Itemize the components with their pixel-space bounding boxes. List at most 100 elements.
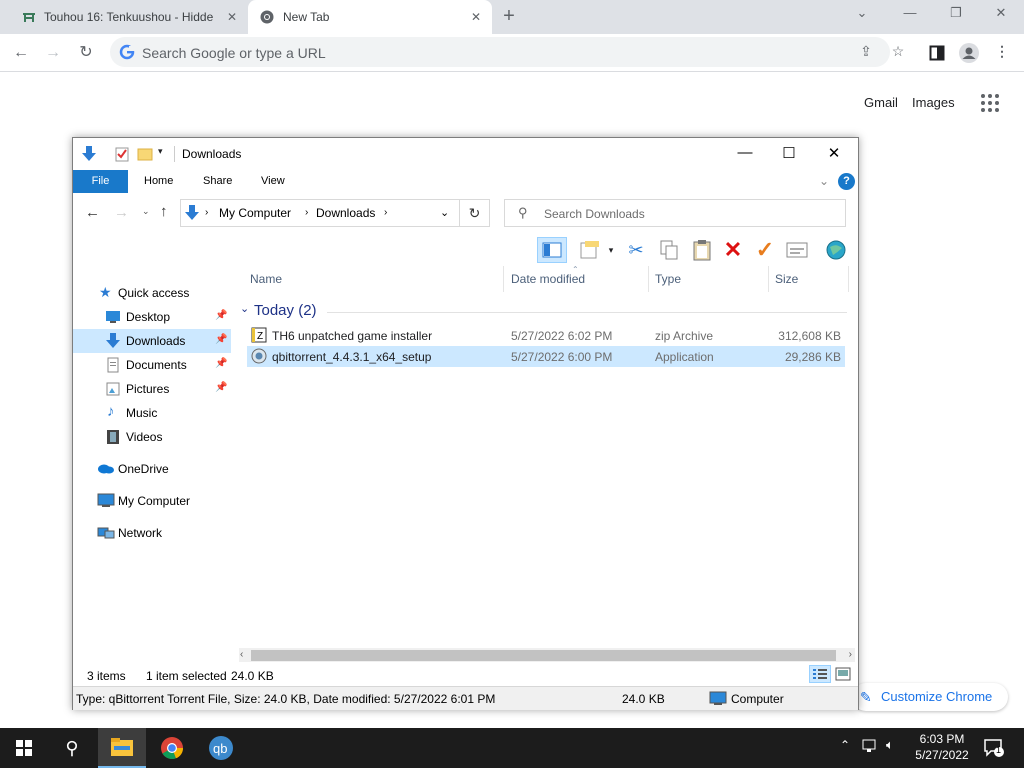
scroll-left-icon[interactable]: ‹	[240, 649, 243, 660]
pin-icon[interactable]: 📌	[215, 358, 227, 369]
nav-item-onedrive[interactable]: OneDrive	[73, 457, 231, 481]
nav-item-quick-access[interactable]: ★ Quick access	[73, 281, 231, 305]
group-collapse-chevron-icon[interactable]: ⌄	[240, 302, 249, 315]
reload-icon[interactable]: ↻	[75, 42, 97, 64]
delete-x-icon[interactable]: ✕	[720, 237, 746, 263]
help-icon[interactable]: ?	[838, 173, 855, 190]
explorer-minimize-icon[interactable]: —	[735, 144, 755, 164]
back-arrow-icon[interactable]: ←	[10, 42, 32, 64]
column-header-size[interactable]: Size	[775, 272, 798, 286]
column-header-date-modified[interactable]: Date modified	[511, 272, 585, 286]
properties-icon[interactable]	[784, 237, 810, 263]
scrollbar-thumb[interactable]	[251, 650, 836, 661]
customize-chrome-button[interactable]: ✎ Customize Chrome	[852, 683, 1008, 711]
recent-locations-chevron-icon[interactable]: ⌄	[142, 206, 150, 217]
search-icon[interactable]: ⚲	[48, 728, 96, 768]
share-icon[interactable]: ⇪	[856, 43, 876, 63]
address-bar[interactable]: › My Computer › Downloads › ⌄	[180, 199, 460, 227]
column-header-name[interactable]: Name	[250, 272, 282, 286]
tab-new-tab[interactable]: New Tab ✕	[248, 0, 492, 34]
system-clock[interactable]: 6:03 PM 5/27/2022	[906, 731, 978, 763]
pin-icon[interactable]: 📌	[215, 334, 227, 345]
copy-icon[interactable]	[656, 237, 682, 263]
scroll-right-icon[interactable]: ›	[849, 649, 852, 660]
horizontal-scrollbar[interactable]: ‹ ›	[239, 648, 855, 663]
paste-clipboard-icon[interactable]	[689, 237, 715, 263]
column-separator[interactable]	[768, 266, 769, 292]
nav-item-videos[interactable]: Videos	[73, 425, 231, 449]
pin-icon[interactable]: 📌	[215, 382, 227, 393]
explorer-maximize-icon[interactable]: ☐	[779, 144, 799, 164]
ribbon-tab-share[interactable]: Share	[203, 175, 232, 187]
file-row[interactable]: Z TH6 unpatched game installer 5/27/2022…	[247, 325, 845, 346]
tab-touhou[interactable]: Touhou 16: Tenkuushou - Hidde ✕	[10, 0, 248, 34]
ribbon-expand-chevron-icon[interactable]: ⌄	[819, 174, 829, 188]
large-icons-view-icon[interactable]	[835, 666, 851, 682]
taskbar-file-explorer-icon[interactable]	[98, 728, 146, 768]
omnibox[interactable]: Search Google or type a URL	[110, 37, 890, 67]
bookmark-star-icon[interactable]: ☆	[888, 43, 908, 63]
pin-icon[interactable]: 📌	[215, 310, 227, 321]
new-item-dropdown-icon[interactable]: ▾	[604, 237, 618, 263]
new-tab-plus-icon[interactable]: +	[499, 6, 519, 27]
back-arrow-icon[interactable]: ←	[85, 204, 100, 221]
taskbar-chrome-icon[interactable]	[148, 728, 196, 768]
qat-dropdown-icon[interactable]: ▾	[158, 146, 163, 157]
gmail-link[interactable]: Gmail	[864, 95, 898, 110]
omnibox-placeholder: Search Google or type a URL	[142, 45, 326, 61]
up-arrow-icon[interactable]: ↑	[160, 203, 168, 220]
tab-close-icon[interactable]: ✕	[224, 9, 240, 25]
tab-search-chevron-icon[interactable]: ⌄	[852, 5, 872, 25]
zip-archive-icon: Z	[251, 327, 267, 343]
restore-icon[interactable]: ❐	[946, 5, 966, 25]
nav-item-documents[interactable]: Documents 📌	[73, 353, 231, 377]
column-separator[interactable]	[848, 266, 849, 292]
nav-item-downloads[interactable]: Downloads 📌	[73, 329, 231, 353]
column-separator[interactable]	[503, 266, 504, 292]
rename-check-icon[interactable]: ✓	[752, 237, 778, 263]
breadcrumb-my-computer[interactable]: My Computer	[219, 206, 291, 220]
ribbon-tab-view[interactable]: View	[261, 175, 285, 187]
file-row[interactable]: qbittorrent_4.4.3.1_x64_setup 5/27/2022 …	[247, 346, 845, 367]
nav-item-pictures[interactable]: Pictures 📌	[73, 377, 231, 401]
start-windows-icon[interactable]	[0, 728, 48, 768]
nav-item-network[interactable]: Network	[73, 521, 231, 545]
images-link[interactable]: Images	[912, 95, 955, 110]
new-item-icon[interactable]	[577, 237, 603, 263]
properties-qat-icon[interactable]	[115, 146, 129, 162]
tray-chevron-up-icon[interactable]: ⌃	[840, 738, 850, 752]
refresh-icon[interactable]: ↻	[460, 199, 490, 227]
forward-arrow-icon[interactable]: →	[114, 204, 129, 221]
explorer-close-icon[interactable]: ✕	[824, 144, 844, 164]
google-apps-icon[interactable]	[981, 94, 999, 112]
globe-icon[interactable]	[823, 237, 849, 263]
profile-avatar-icon[interactable]	[959, 43, 979, 63]
breadcrumb-chevron-icon[interactable]: ›	[305, 207, 308, 218]
nav-item-music[interactable]: ♪ Music	[73, 401, 231, 425]
breadcrumb-chevron-icon[interactable]: ›	[205, 207, 208, 218]
ribbon-tab-file[interactable]: File	[73, 170, 128, 193]
forward-arrow-icon[interactable]: →	[42, 42, 64, 64]
close-window-icon[interactable]: ✕	[991, 5, 1011, 25]
cut-scissors-icon[interactable]: ✂	[623, 237, 649, 263]
column-separator[interactable]	[648, 266, 649, 292]
nav-item-desktop[interactable]: Desktop 📌	[73, 305, 231, 329]
breadcrumb-chevron-icon[interactable]: ›	[384, 207, 387, 218]
menu-kebab-icon[interactable]: ⋮	[992, 43, 1012, 63]
address-dropdown-chevron-icon[interactable]: ⌄	[440, 206, 449, 219]
nav-item-my-computer[interactable]: My Computer	[73, 489, 231, 513]
volume-tray-icon[interactable]: 🔈︎	[886, 737, 894, 753]
tab-close-icon[interactable]: ✕	[468, 9, 484, 25]
preview-pane-icon[interactable]	[537, 237, 567, 263]
details-view-icon[interactable]	[809, 665, 831, 683]
column-header-type[interactable]: Type	[655, 272, 681, 286]
ribbon-tab-home[interactable]: Home	[144, 175, 173, 187]
side-panel-icon[interactable]	[927, 43, 947, 63]
new-folder-qat-icon[interactable]	[137, 146, 153, 162]
network-tray-icon[interactable]	[862, 738, 880, 754]
breadcrumb-downloads[interactable]: Downloads	[316, 206, 375, 220]
notification-center-icon[interactable]: 1	[983, 737, 1005, 759]
minimize-icon[interactable]: —	[900, 5, 920, 25]
search-input[interactable]: ⚲ Search Downloads	[504, 199, 846, 227]
taskbar-qbittorrent-icon[interactable]: qb	[197, 728, 245, 768]
